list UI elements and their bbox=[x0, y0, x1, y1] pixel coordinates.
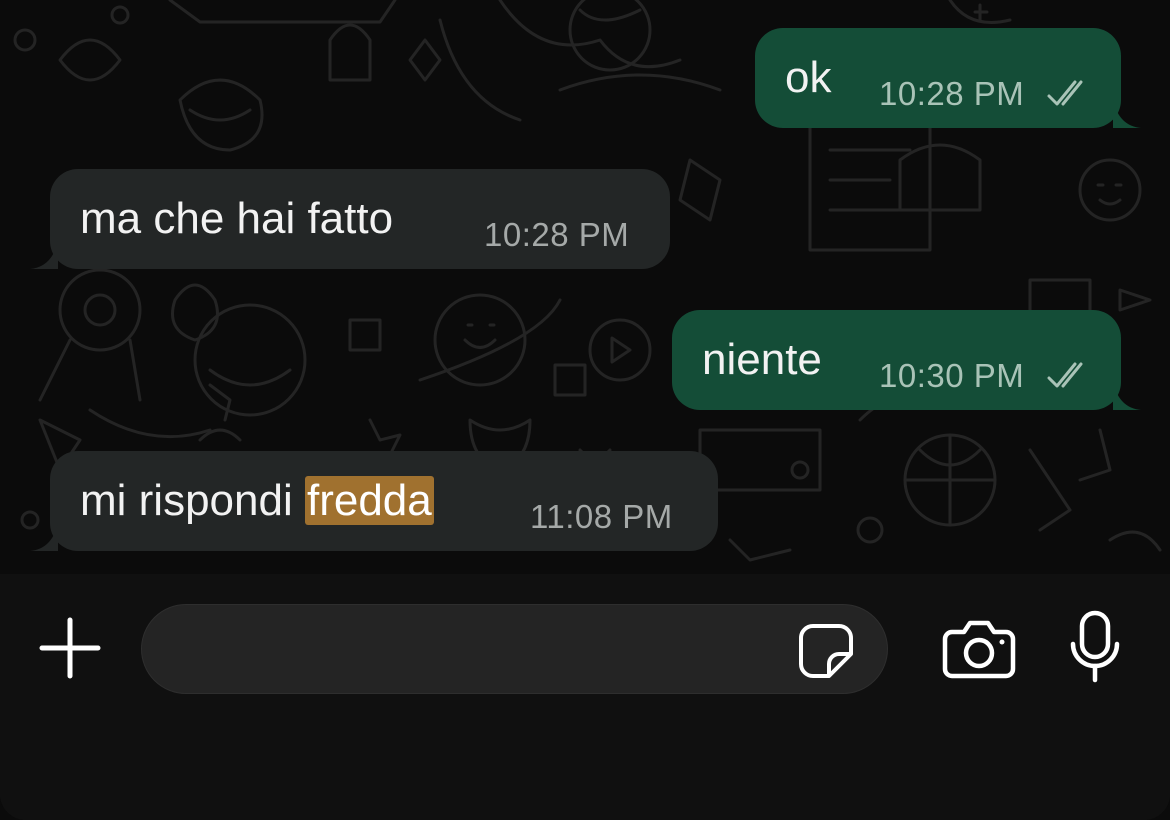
microphone-icon[interactable] bbox=[1068, 610, 1122, 684]
message-timestamp: 10:28 PM bbox=[879, 75, 1025, 112]
plus-icon[interactable] bbox=[38, 616, 102, 680]
message-timestamp: 11:08 PM bbox=[530, 498, 673, 535]
message-text-plain: mi rispondi bbox=[80, 476, 305, 525]
message-text: ok bbox=[785, 53, 832, 102]
chat-screen: ok 10:28 PM ma che hai fatto 10:28 PM ni… bbox=[0, 0, 1170, 820]
search-highlight: fredda bbox=[304, 476, 434, 525]
composer-bar bbox=[0, 574, 1170, 820]
message-text: niente bbox=[702, 335, 822, 384]
message-text: ma che hai fatto bbox=[80, 194, 394, 243]
bubble-tail bbox=[1113, 100, 1141, 128]
message-timestamp: 10:30 PM bbox=[879, 357, 1025, 394]
message-timestamp: 10:28 PM bbox=[484, 216, 630, 253]
incoming-message[interactable]: mi rispondi fredda 11:08 PM bbox=[30, 451, 718, 551]
bubble-tail bbox=[30, 523, 58, 551]
read-receipt-icon bbox=[1047, 80, 1083, 106]
camera-icon[interactable] bbox=[942, 618, 1016, 680]
read-receipt-icon bbox=[1047, 362, 1083, 388]
bubble-tail bbox=[1113, 382, 1141, 410]
outgoing-message[interactable]: ok 10:28 PM bbox=[755, 28, 1141, 128]
incoming-message[interactable]: ma che hai fatto 10:28 PM bbox=[30, 169, 670, 269]
bubble-tail bbox=[30, 241, 58, 269]
sticker-icon[interactable] bbox=[797, 622, 855, 680]
message-input[interactable] bbox=[172, 623, 776, 677]
outgoing-message[interactable]: niente 10:30 PM bbox=[672, 310, 1141, 410]
message-input-field[interactable] bbox=[141, 604, 888, 694]
message-text: mi rispondi fredda bbox=[80, 473, 434, 529]
message-list[interactable]: ok 10:28 PM ma che hai fatto 10:28 PM ni… bbox=[0, 0, 1170, 574]
